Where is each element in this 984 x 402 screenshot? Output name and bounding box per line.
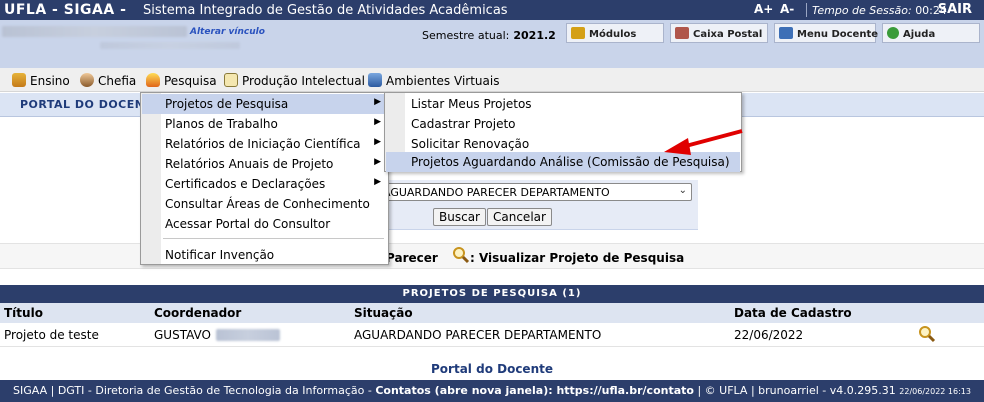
menu-item-projetos-de-pesquisa[interactable]: Projetos de Pesquisa ▶ — [142, 94, 387, 114]
menu-producao-intelectual[interactable]: Produção Intelectual — [224, 73, 365, 88]
menu-item-notificar-invencao[interactable]: Notificar Invenção — [142, 245, 387, 265]
cell-situacao: AGUARDANDO PARECER DEPARTAMENTO — [354, 328, 602, 342]
chevron-down-icon: ⌄ — [678, 185, 687, 196]
menu-docente-button[interactable]: Menu Docente — [774, 23, 878, 43]
header-data-cadastro: Data de Cadastro — [734, 306, 852, 320]
books-icon — [12, 73, 26, 87]
menu-icon — [779, 27, 793, 39]
menu-item-consultar-areas[interactable]: Consultar Áreas de Conhecimento — [142, 194, 387, 214]
session-timer: Tempo de Sessão: 00:24 — [812, 4, 947, 17]
brand: UFLA - SIGAA - — [4, 2, 127, 18]
modulos-button[interactable]: Módulos — [566, 23, 664, 43]
menu-ambientes-virtuais[interactable]: Ambientes Virtuais — [368, 73, 499, 88]
redacted-user-name — [2, 26, 187, 37]
document-icon — [224, 73, 238, 87]
ajuda-button[interactable]: Ajuda — [882, 23, 980, 43]
menu-item-planos-de-trabalho[interactable]: Planos de Trabalho ▶ — [142, 114, 387, 134]
table-row: Projeto de teste GUSTAVO AGUARDANDO PARE… — [0, 323, 984, 347]
table-header: Título Coordenador Situação Data de Cada… — [0, 303, 984, 323]
menu-item-certificados[interactable]: Certificados e Declarações ▶ — [142, 174, 387, 194]
menu-chefia[interactable]: Chefia — [80, 73, 136, 88]
submenu-item-listar-meus-projetos[interactable]: Listar Meus Projetos — [386, 94, 740, 114]
system-name: Sistema Integrado de Gestão de Atividade… — [143, 3, 508, 18]
person-icon — [80, 73, 94, 87]
menu-item-relatorios-anuais[interactable]: Relatórios Anuais de Projeto ▶ — [142, 154, 387, 174]
situacao-select[interactable]: AGUARDANDO PARECER DEPARTAMENTO ⌄ — [374, 183, 692, 201]
footer-contatos-link[interactable]: Contatos (abre nova janela): https://ufl… — [375, 384, 694, 397]
header-titulo: Título — [4, 306, 43, 320]
footer-text: SIGAA | DGTI - Diretoria de Gestão de Te… — [13, 384, 372, 397]
magnifier-icon — [452, 246, 470, 267]
legend-visualizar: : Visualizar Projeto de Pesquisa — [470, 251, 685, 265]
submenu-arrow-icon: ▶ — [374, 137, 381, 147]
submenu-arrow-icon: ▶ — [374, 97, 381, 107]
portal-docente-link[interactable]: Portal do Docente — [0, 362, 984, 376]
cancelar-button[interactable]: Cancelar — [487, 208, 552, 226]
session-area: Tempo de Sessão: 00:24 SAIR — [806, 0, 984, 20]
modules-icon — [571, 27, 585, 39]
menu-separator — [163, 238, 384, 239]
flask-icon — [146, 73, 160, 87]
submenu-arrow-icon: ▶ — [374, 117, 381, 127]
menu-item-relatorios-ic[interactable]: Relatórios de Iniciação Científica ▶ — [142, 134, 387, 154]
user-info-bar: Alterar vínculo Semestre atual: 2021.2 Mó… — [0, 20, 984, 68]
top-bar: UFLA - SIGAA - Sistema Integrado de Gest… — [0, 0, 984, 20]
submenu-arrow-icon: ▶ — [374, 177, 381, 187]
cell-data: 22/06/2022 — [734, 328, 804, 342]
font-decrease-button[interactable]: A- — [780, 2, 794, 16]
footer-datetime: 22/06/2022 16:13 — [899, 387, 971, 396]
semestre-atual: Semestre atual: 2021.2 — [422, 29, 556, 42]
main-menu-bar: Ensino Chefia Pesquisa Produção Intelect… — [0, 68, 984, 92]
redacted-unit — [100, 42, 240, 49]
menu-item-portal-consultor[interactable]: Acessar Portal do Consultor — [142, 214, 387, 234]
cell-titulo: Projeto de teste — [4, 328, 99, 342]
pesquisa-dropdown: Projetos de Pesquisa ▶ Planos de Trabalho… — [140, 92, 389, 265]
alterar-vinculo-link[interactable]: Alterar vínculo — [190, 27, 265, 37]
caixa-postal-button[interactable]: Caixa Postal — [670, 23, 768, 43]
menu-pesquisa[interactable]: Pesquisa — [146, 73, 217, 88]
table-caption: PROJETOS DE PESQUISA (1) — [0, 285, 984, 303]
footer: SIGAA | DGTI - Diretoria de Gestão de Te… — [0, 380, 984, 402]
logout-button[interactable]: SAIR — [938, 2, 972, 17]
buscar-button[interactable]: Buscar — [433, 208, 486, 226]
situacao-selected-value: AGUARDANDO PARECER DEPARTAMENTO — [383, 186, 610, 199]
font-increase-button[interactable]: A+ — [754, 2, 773, 16]
red-arrow-icon — [664, 129, 743, 155]
help-icon — [887, 27, 899, 39]
header-situacao: Situação — [354, 306, 413, 320]
view-project-icon[interactable] — [918, 325, 936, 346]
footer-version: | © UFLA | brunoarriel - v4.0.295.31 — [697, 384, 896, 397]
cell-coordenador: GUSTAVO — [154, 328, 211, 342]
legend-parecer: Parecer — [386, 251, 438, 265]
divider — [806, 3, 807, 17]
mailbox-icon — [675, 27, 689, 39]
submenu-arrow-icon: ▶ — [374, 157, 381, 167]
network-icon — [368, 73, 382, 87]
header-coordenador: Coordenador — [154, 306, 242, 320]
menu-ensino[interactable]: Ensino — [12, 73, 70, 88]
redacted-coordenador-surname — [216, 329, 280, 341]
